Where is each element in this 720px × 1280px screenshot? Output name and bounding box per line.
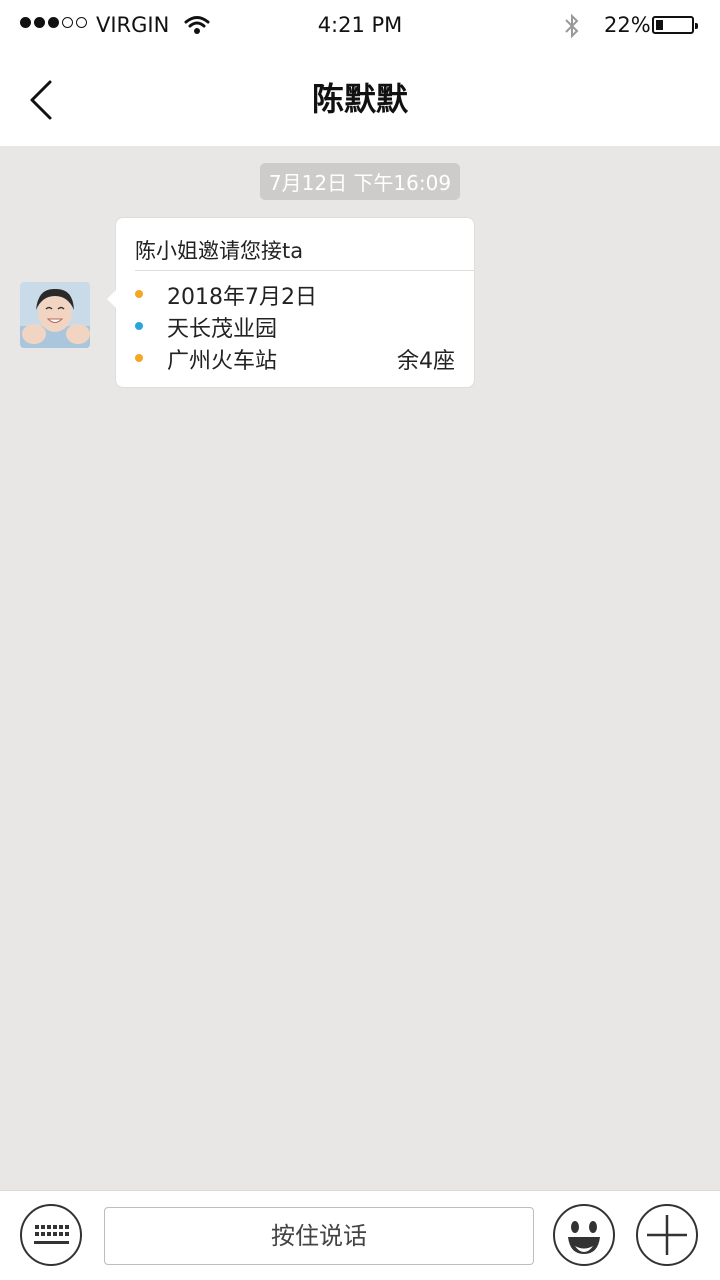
trip-origin-row: 天长茂业园	[135, 311, 455, 342]
trip-destination-row: 广州火车站 余4座	[135, 343, 455, 374]
trip-origin: 天长茂业园	[167, 317, 278, 342]
origin-bullet	[135, 322, 143, 330]
input-bar: 按住说话	[0, 1190, 720, 1280]
status-bar: VIRGIN 4:21 PM 22%	[0, 0, 720, 52]
plus-button[interactable]	[636, 1204, 698, 1266]
emoji-button[interactable]	[553, 1204, 615, 1266]
message-timestamp: 7月12日 下午16:09	[259, 163, 461, 200]
seats-remaining: 余4座	[397, 349, 455, 374]
page-title: 陈默默	[311, 80, 408, 118]
battery-icon	[652, 16, 698, 34]
trip-date: 2018年7月2日	[167, 285, 317, 310]
plus-icon	[647, 1215, 687, 1255]
chat-area[interactable]: 7月12日 下午16:09 陈小姐邀请您接ta 2018年7月2日 天长茂业园	[0, 146, 720, 1190]
invite-message-card[interactable]: 陈小姐邀请您接ta 2018年7月2日 天长茂业园 广州火车站 余4座	[107, 217, 475, 388]
emoji-icon	[568, 1221, 600, 1254]
divider	[135, 270, 474, 271]
avatar[interactable]	[20, 282, 90, 348]
keyboard-icon	[34, 1225, 69, 1244]
trip-destination: 广州火车站	[167, 349, 278, 374]
destination-bullet	[135, 354, 143, 362]
nav-bar: 陈默默	[0, 52, 720, 146]
date-bullet	[135, 290, 143, 298]
bluetooth-icon	[562, 12, 582, 45]
invite-title: 陈小姐邀请您接ta	[135, 239, 304, 263]
bubble-tail	[107, 290, 116, 308]
battery-percent: 22%	[604, 13, 651, 37]
keyboard-button[interactable]	[20, 1204, 82, 1266]
timestamp-row: 7月12日 下午16:09	[0, 163, 720, 200]
trip-date-row: 2018年7月2日	[135, 279, 455, 310]
hold-to-talk-button[interactable]: 按住说话	[104, 1207, 534, 1265]
